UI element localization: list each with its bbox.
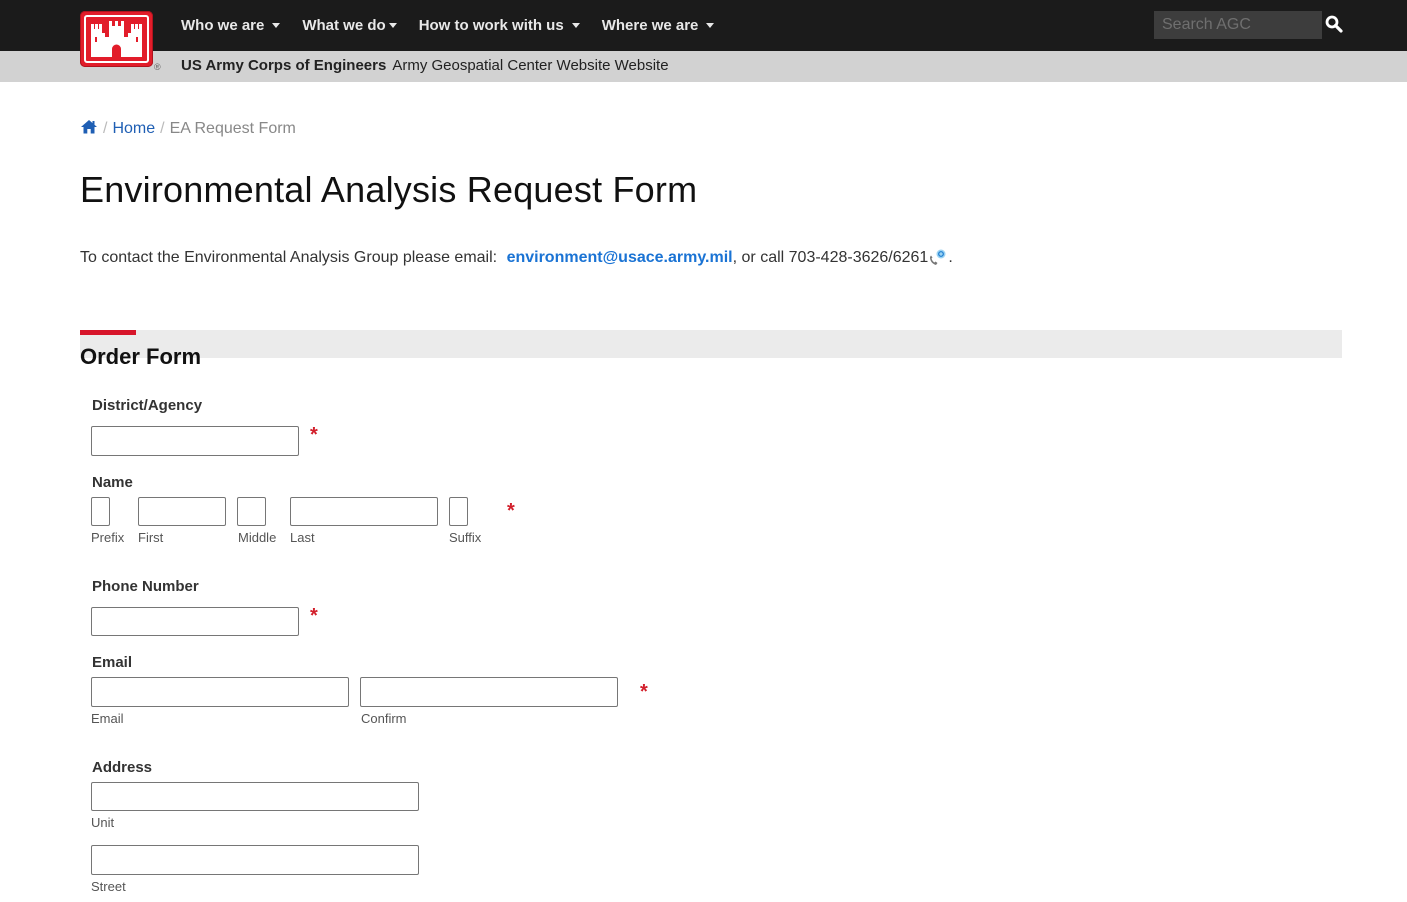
contact-email-link[interactable]: environment@usace.army.mil (507, 249, 733, 266)
email-sublabel: Email (91, 711, 124, 726)
email-confirm-sublabel: Confirm (361, 711, 407, 726)
site-name: Army Geospatial Center Website Website (392, 57, 669, 74)
breadcrumb-separator: / (103, 120, 108, 137)
name-first-sublabel: First (138, 530, 164, 545)
nav-where-we-are[interactable]: Where we are (602, 17, 715, 34)
contact-prefix: To contact the Environmental Analysis Gr… (80, 249, 498, 266)
registered-mark: ® (154, 62, 161, 72)
name-prefix-input[interactable] (91, 497, 110, 526)
home-icon (81, 120, 97, 134)
nav-label: Where we are (601, 17, 699, 34)
required-marker: * (310, 605, 318, 627)
required-marker: * (507, 500, 515, 522)
search-button[interactable] (1325, 15, 1345, 35)
org-name: US Army Corps of Engineers (181, 57, 387, 74)
phone-input[interactable] (91, 607, 299, 636)
district-label: District/Agency (92, 397, 203, 414)
contact-phone-text: , or call 703-428-3626/6261 (732, 249, 929, 266)
caret-down-icon (706, 23, 715, 28)
name-middle-input[interactable] (237, 497, 266, 526)
name-suffix-sublabel: Suffix (449, 530, 482, 545)
address-street-sublabel: Street (91, 879, 126, 894)
caret-down-icon (571, 23, 580, 28)
breadcrumb-separator: / (160, 120, 165, 137)
breadcrumb: / Home / EA Request Form (80, 119, 296, 139)
contact-text: To contact the Environmental Analysis Gr… (80, 248, 953, 267)
search-input[interactable] (1154, 11, 1322, 39)
main-nav: Who we are What we do How to work with u… (181, 0, 736, 51)
address-unit-input[interactable] (91, 782, 419, 811)
castle-icon (91, 21, 142, 57)
name-label: Name (92, 474, 133, 491)
nav-who-we-are[interactable]: Who we are (181, 17, 281, 34)
nav-label: Who we are (181, 17, 265, 34)
contact-suffix: . (948, 249, 953, 266)
usace-castle-logo[interactable] (80, 11, 153, 67)
email-label: Email (92, 654, 133, 671)
address-street-input[interactable] (91, 845, 419, 875)
caret-down-icon (272, 23, 281, 28)
required-marker: * (310, 424, 318, 446)
breadcrumb-home-icon-link[interactable] (80, 119, 98, 139)
nav-how-to-work-with-us[interactable]: How to work with us (419, 17, 580, 34)
email-input[interactable] (91, 677, 349, 707)
address-unit-sublabel: Unit (91, 815, 115, 830)
site-title: US Army Corps of Engineers Army Geospatia… (181, 57, 669, 74)
click-to-call-icon[interactable] (928, 248, 948, 265)
name-prefix-sublabel: Prefix (91, 530, 125, 545)
district-input[interactable] (91, 426, 299, 456)
nav-what-we-do[interactable]: What we do (302, 17, 397, 34)
name-last-input[interactable] (290, 497, 438, 526)
breadcrumb-current: EA Request Form (169, 120, 296, 137)
name-first-input[interactable] (138, 497, 226, 526)
email-confirm-input[interactable] (360, 677, 618, 707)
address-label: Address (92, 759, 153, 776)
section-title: Order Form (80, 344, 202, 369)
required-marker: * (640, 681, 648, 703)
name-middle-sublabel: Middle (238, 530, 277, 545)
section-header-band (80, 330, 1342, 358)
phone-label: Phone Number (92, 578, 199, 595)
breadcrumb-home-link[interactable]: Home (112, 120, 155, 138)
nav-label: How to work with us (418, 17, 564, 34)
section-accent-bar (80, 330, 136, 335)
search-icon (1325, 15, 1343, 33)
name-last-sublabel: Last (290, 530, 315, 545)
name-suffix-input[interactable] (449, 497, 468, 526)
page-title: Environmental Analysis Request Form (80, 169, 698, 210)
caret-down-icon (388, 23, 397, 28)
nav-label: What we do (302, 17, 386, 34)
